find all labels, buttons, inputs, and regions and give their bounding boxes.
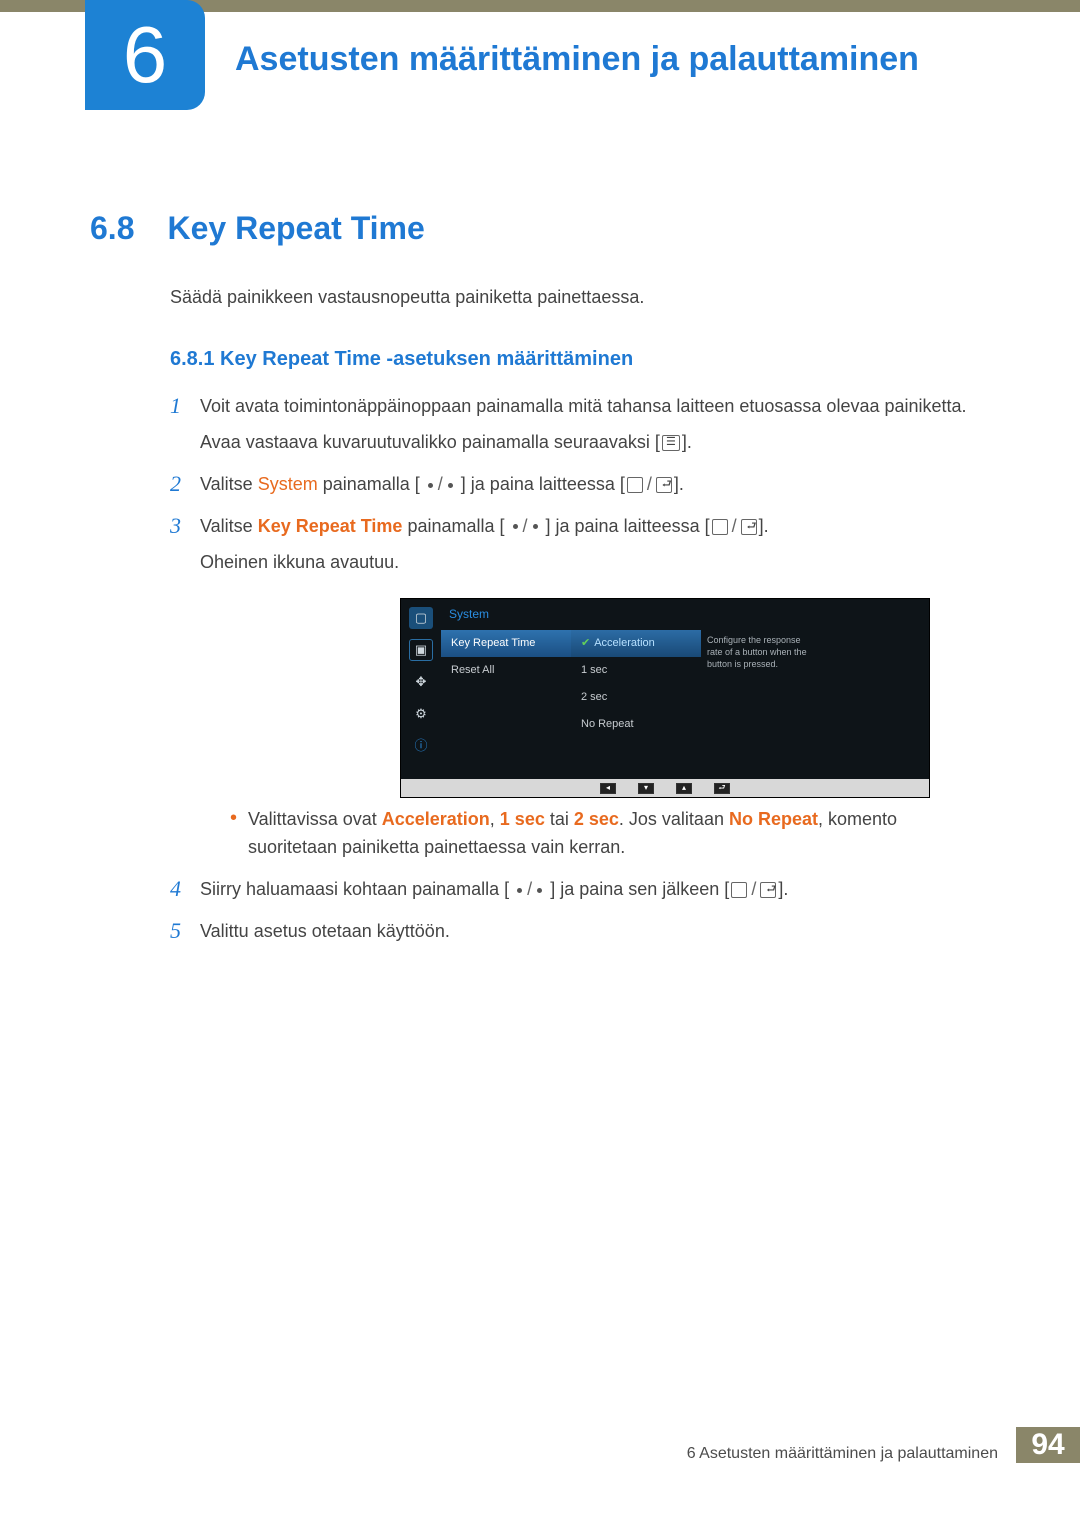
dot-icon — [513, 524, 518, 529]
text: tai — [545, 809, 574, 829]
text: Oheinen ikkuna avautuu. — [200, 549, 990, 577]
section-heading: 6.8 Key Repeat Time — [90, 210, 990, 247]
bullet-dot-icon — [230, 806, 248, 862]
osd-description: Configure the response rate of a button … — [701, 628, 821, 779]
section-intro: Säädä painikkeen vastausnopeutta painike… — [170, 287, 990, 308]
dot-icon — [448, 483, 453, 488]
dot-icon — [533, 524, 538, 529]
text: Valitse — [200, 516, 258, 536]
enter-icon — [760, 882, 776, 898]
step-body: Voit avata toimintonäppäinoppaan painama… — [200, 393, 990, 457]
nav-enter-icon: ⮐ — [714, 783, 730, 794]
text: Voit avata toimintonäppäinoppaan painama… — [200, 396, 967, 416]
osd-option: ✔ Acceleration — [571, 630, 701, 657]
osd-option: 1 sec — [571, 657, 701, 684]
chapter-title: Asetusten määrittäminen ja palauttaminen — [235, 40, 919, 79]
text: ]. — [682, 432, 692, 452]
step-body: Valittu asetus otetaan käyttöön. — [200, 918, 990, 946]
text: Acceleration — [594, 637, 655, 649]
nav-up-icon: ▴ — [676, 783, 692, 794]
text: . Jos valitaan — [619, 809, 729, 829]
info-icon: ⓘ — [409, 735, 433, 757]
settings-icon: ⚙ — [409, 703, 433, 725]
osd-screenshot: ▢ ▣ ✥ ⚙ ⓘ System Key Repeat Time — [400, 598, 990, 798]
text: Avaa vastaava kuvaruutuvalikko painamall… — [200, 432, 660, 452]
bullet-item: Valittavissa ovat Acceleration, 1 sec ta… — [230, 806, 990, 862]
step-4: 4 Siirry haluamaasi kohtaan painamalla [… — [170, 876, 990, 904]
step-number: 2 — [170, 471, 200, 499]
dot-icon — [537, 888, 542, 893]
chapter-number-tab: 6 — [85, 0, 205, 110]
page-number: 94 — [1016, 1427, 1080, 1463]
highlight: Key Repeat Time — [258, 516, 403, 536]
subsection-title: 6.8.1 Key Repeat Time -asetuksen määritt… — [170, 348, 990, 371]
rect-icon — [731, 882, 747, 898]
step-3: 3 Valitse Key Repeat Time painamalla [ /… — [170, 513, 990, 863]
chapter-number: 6 — [123, 15, 168, 95]
chapter-header: 6 Asetusten määrittäminen ja palauttamin… — [0, 0, 1080, 110]
step-2: 2 Valitse System painamalla [ / ] ja pai… — [170, 471, 990, 499]
highlight: 1 sec — [500, 809, 545, 829]
step-1: 1 Voit avata toimintonäppäinoppaan paina… — [170, 393, 990, 457]
osd-nav-bar: ◂ ▾ ▴ ⮐ — [401, 779, 929, 797]
osd-sidebar: ▢ ▣ ✥ ⚙ ⓘ — [401, 599, 441, 779]
page-footer: 6 Asetusten määrittäminen ja palauttamin… — [687, 1427, 1080, 1463]
text: ] ja paina sen jälkeen [ — [545, 879, 729, 899]
text: Valittavissa ovat — [248, 809, 382, 829]
osd-title: System — [441, 599, 929, 628]
step-body: Valitse Key Repeat Time painamalla [ / ]… — [200, 513, 990, 863]
text: , — [490, 809, 500, 829]
highlight: Acceleration — [382, 809, 490, 829]
text: ]. — [778, 879, 788, 899]
enter-icon — [656, 477, 672, 493]
step-number: 3 — [170, 513, 200, 863]
text: ] ja paina laitteessa [ — [541, 516, 710, 536]
enter-icon — [741, 519, 757, 535]
text: ]. — [759, 516, 769, 536]
text: Valitse — [200, 474, 258, 494]
osd-menu-item: Key Repeat Time — [441, 630, 571, 657]
rect-icon — [627, 477, 643, 493]
dot-icon — [428, 483, 433, 488]
dot-icon — [517, 888, 522, 893]
position-icon: ✥ — [409, 671, 433, 693]
section: 6.8 Key Repeat Time Säädä painikkeen vas… — [90, 210, 990, 946]
text: Siirry haluamaasi kohtaan painamalla [ — [200, 879, 514, 899]
text: ] ja paina laitteessa [ — [456, 474, 625, 494]
highlight: System — [258, 474, 318, 494]
nav-left-icon: ◂ — [600, 783, 616, 794]
nav-down-icon: ▾ — [638, 783, 654, 794]
footer-text: 6 Asetusten määrittäminen ja palauttamin… — [687, 1427, 1016, 1463]
text: painamalla [ — [318, 474, 425, 494]
rect-icon — [712, 519, 728, 535]
step-number: 5 — [170, 918, 200, 946]
step-number: 4 — [170, 876, 200, 904]
step-body: Siirry haluamaasi kohtaan painamalla [ /… — [200, 876, 990, 904]
text: painamalla [ — [402, 516, 509, 536]
bullet-text: Valittavissa ovat Acceleration, 1 sec ta… — [248, 806, 990, 862]
highlight: 2 sec — [574, 809, 619, 829]
menu-icon — [662, 435, 680, 451]
step-number: 1 — [170, 393, 200, 457]
step-5: 5 Valittu asetus otetaan käyttöön. — [170, 918, 990, 946]
osd-menu-item: Reset All — [441, 657, 571, 684]
osd-menu-col: Key Repeat Time Reset All — [441, 628, 571, 779]
check-icon: ✔ — [581, 637, 590, 649]
text: ]. — [674, 474, 684, 494]
section-title: Key Repeat Time — [168, 210, 425, 246]
osd-option: 2 sec — [571, 684, 701, 711]
osd-options-col: ✔ Acceleration 1 sec 2 sec No Repeat — [571, 628, 701, 779]
highlight: No Repeat — [729, 809, 818, 829]
step-list: 1 Voit avata toimintonäppäinoppaan paina… — [170, 393, 990, 946]
osd-option: No Repeat — [571, 711, 701, 738]
brightness-icon: ▢ — [409, 607, 433, 629]
section-number: 6.8 — [90, 210, 134, 246]
step-body: Valitse System painamalla [ / ] ja paina… — [200, 471, 990, 499]
picture-icon: ▣ — [409, 639, 433, 661]
